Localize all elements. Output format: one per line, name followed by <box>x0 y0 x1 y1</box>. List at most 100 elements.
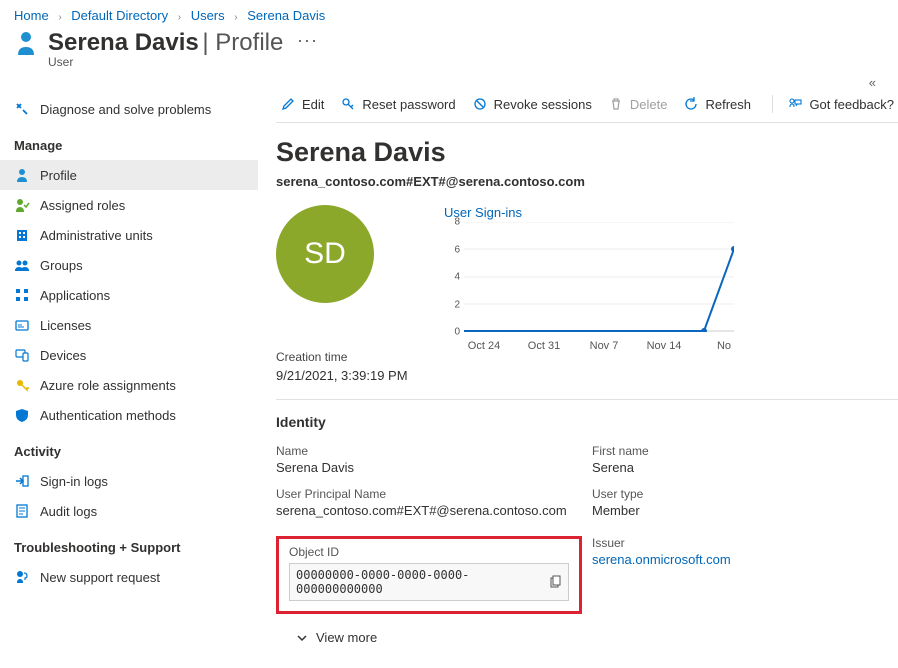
sidebar-item-label: Groups <box>40 258 83 273</box>
upn-label: User Principal Name <box>276 487 582 501</box>
feedback-button[interactable]: Got feedback? <box>783 94 898 114</box>
x-tick: Oct 24 <box>468 340 500 352</box>
delete-button: Delete <box>604 94 672 114</box>
sidebar-item-azure-roles[interactable]: Azure role assignments <box>0 370 258 400</box>
x-tick: Oct 31 <box>528 340 560 352</box>
wrench-cross-icon <box>14 101 30 117</box>
object-id-label: Object ID <box>289 545 569 559</box>
grid-icon <box>14 287 30 303</box>
sidebar-item-groups[interactable]: Groups <box>0 250 258 280</box>
shield-icon <box>14 407 30 423</box>
issuer-label: Issuer <box>592 536 898 550</box>
sidebar-item-label: Diagnose and solve problems <box>40 102 211 117</box>
y-tick: 0 <box>454 327 460 338</box>
upn-value: serena_contoso.com#EXT#@serena.contoso.c… <box>276 503 582 518</box>
log-icon <box>14 503 30 519</box>
object-id-highlight: Object ID 00000000-0000-0000-0000-000000… <box>276 536 582 614</box>
crumb-home[interactable]: Home <box>14 8 49 23</box>
crumb-users[interactable]: Users <box>191 8 225 23</box>
user-display-name: Serena Davis <box>276 137 898 168</box>
object-id-value: 00000000-0000-0000-0000-000000000000 <box>296 568 542 596</box>
name-label: Name <box>276 444 582 458</box>
page-subtitle: | Profile <box>202 29 283 56</box>
signins-chart[interactable]: User Sign-ins 8 6 4 2 0 <box>414 205 898 332</box>
user-avatar: SD <box>276 205 374 303</box>
sidebar-item-label: New support request <box>40 570 160 585</box>
first-name-value: Serena <box>592 460 898 475</box>
breadcrumb: Home › Default Directory › Users › Seren… <box>0 0 898 29</box>
refresh-button[interactable]: Refresh <box>679 94 755 114</box>
sidebar-item-assigned-roles[interactable]: Assigned roles <box>0 190 258 220</box>
page-title-row: Serena Davis | Profile ··· <box>0 29 898 57</box>
sidebar-item-label: Devices <box>40 348 86 363</box>
sidebar-item-diagnose[interactable]: Diagnose and solve problems <box>0 94 258 124</box>
crumb-directory[interactable]: Default Directory <box>71 8 168 23</box>
sidebar-item-label: Audit logs <box>40 504 97 519</box>
sidebar-heading-activity: Activity <box>0 430 258 466</box>
support-icon <box>14 569 30 585</box>
devices-icon <box>14 347 30 363</box>
object-id-field[interactable]: 00000000-0000-0000-0000-000000000000 <box>289 563 569 601</box>
chart-title-link[interactable]: User Sign-ins <box>444 205 898 220</box>
x-tick: Nov 14 <box>647 340 682 352</box>
sidebar-item-label: Applications <box>40 288 110 303</box>
sidebar-item-label: Sign-in logs <box>40 474 108 489</box>
entity-type-label: User <box>0 55 898 69</box>
sidebar-item-profile[interactable]: Profile <box>0 160 258 190</box>
edit-button[interactable]: Edit <box>276 94 328 114</box>
toolbar-label: Reset password <box>362 97 455 112</box>
view-more-toggle[interactable]: View more <box>276 622 898 645</box>
key-icon <box>14 377 30 393</box>
key-icon <box>340 96 356 112</box>
reset-password-button[interactable]: Reset password <box>336 94 459 114</box>
sidebar-item-admin-units[interactable]: Administrative units <box>0 220 258 250</box>
sidebar-item-label: Assigned roles <box>40 198 125 213</box>
license-icon <box>14 317 30 333</box>
first-name-label: First name <box>592 444 898 458</box>
user-icon <box>14 29 38 57</box>
user-type-value: Member <box>592 503 898 518</box>
sidebar-item-label: Licenses <box>40 318 91 333</box>
sidebar-item-audit-logs[interactable]: Audit logs <box>0 496 258 526</box>
y-tick: 4 <box>454 272 460 283</box>
sidebar-item-label: Authentication methods <box>40 408 176 423</box>
toolbar-label: Got feedback? <box>809 97 894 112</box>
x-tick: Nov 7 <box>590 340 619 352</box>
sidebar: Diagnose and solve problems Manage Profi… <box>0 90 258 645</box>
user-type-label: User type <box>592 487 898 501</box>
chart-canvas: 8 6 4 2 0 <box>444 222 734 332</box>
people-icon <box>14 257 30 273</box>
chevron-right-icon: › <box>178 12 181 23</box>
sidebar-item-label: Azure role assignments <box>40 378 176 393</box>
crumb-user[interactable]: Serena Davis <box>247 8 325 23</box>
view-more-label: View more <box>316 630 377 645</box>
sidebar-item-devices[interactable]: Devices <box>0 340 258 370</box>
toolbar-label: Delete <box>630 97 668 112</box>
sidebar-item-applications[interactable]: Applications <box>0 280 258 310</box>
sidebar-heading-manage: Manage <box>0 124 258 160</box>
chevron-right-icon: › <box>58 12 61 23</box>
creation-time-label: Creation time <box>276 350 898 364</box>
content-pane: Edit Reset password Revoke sessions Dele… <box>258 90 898 645</box>
copy-icon[interactable] <box>548 575 562 589</box>
sidebar-item-auth-methods[interactable]: Authentication methods <box>0 400 258 430</box>
refresh-icon <box>683 96 699 112</box>
toolbar-label: Edit <box>302 97 324 112</box>
more-actions-icon[interactable]: ··· <box>297 30 318 50</box>
issuer-value-link[interactable]: serena.onmicrosoft.com <box>592 552 898 567</box>
divider <box>772 95 773 113</box>
sidebar-item-support[interactable]: New support request <box>0 562 258 592</box>
revoke-icon <box>472 96 488 112</box>
y-tick: 6 <box>454 244 460 255</box>
y-tick: 2 <box>454 299 460 310</box>
revoke-sessions-button[interactable]: Revoke sessions <box>468 94 596 114</box>
toolbar-label: Refresh <box>705 97 751 112</box>
sidebar-item-licenses[interactable]: Licenses <box>0 310 258 340</box>
user-upn-header: serena_contoso.com#EXT#@serena.contoso.c… <box>276 174 898 189</box>
sidebar-item-signin-logs[interactable]: Sign-in logs <box>0 466 258 496</box>
signin-icon <box>14 473 30 489</box>
person-icon <box>14 167 30 183</box>
sidebar-heading-support: Troubleshooting + Support <box>0 526 258 562</box>
collapse-sidebar-icon[interactable]: « <box>0 69 898 90</box>
person-check-icon <box>14 197 30 213</box>
